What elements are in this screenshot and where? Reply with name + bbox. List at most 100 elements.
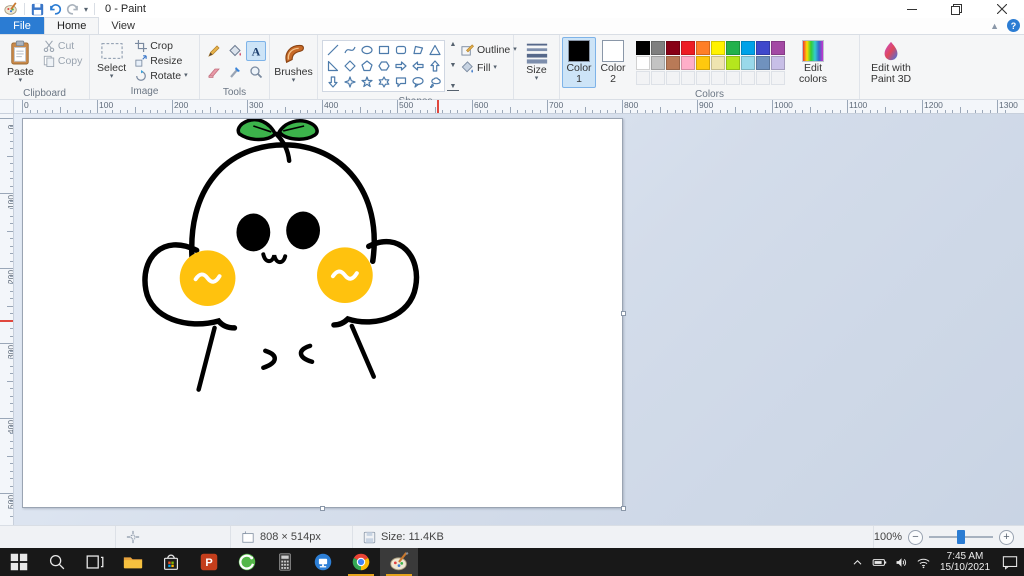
palette-swatch[interactable]: [636, 41, 650, 55]
taskbar-green-media-app-icon[interactable]: [228, 548, 266, 576]
palette-empty-slot[interactable]: [741, 71, 755, 85]
shape-ellipse-icon[interactable]: [358, 42, 375, 58]
edit-with-paint3d-button[interactable]: Edit with Paint 3D: [862, 37, 920, 88]
color2-button[interactable]: Color 2: [596, 37, 630, 88]
redo-button[interactable]: [66, 3, 80, 16]
palette-swatch[interactable]: [636, 56, 650, 70]
tray-chevron-up-icon[interactable]: [846, 548, 868, 576]
palette-swatch[interactable]: [651, 56, 665, 70]
shape-six-point-star-icon[interactable]: [375, 74, 392, 90]
palette-swatch[interactable]: [681, 56, 695, 70]
palette-empty-slot[interactable]: [696, 71, 710, 85]
taskbar-paint-icon[interactable]: [380, 548, 418, 576]
close-button[interactable]: [979, 0, 1024, 18]
shape-rectangle-icon[interactable]: [375, 42, 392, 58]
drawing-canvas[interactable]: [22, 118, 623, 508]
shape-rounded-callout-icon[interactable]: [392, 74, 409, 90]
zoom-slider-thumb[interactable]: [957, 530, 965, 544]
minimize-button[interactable]: [889, 0, 934, 18]
size-button[interactable]: Size ▾: [520, 37, 554, 85]
crop-button[interactable]: Crop: [133, 40, 189, 52]
zoom-slider[interactable]: [929, 530, 993, 544]
brushes-button[interactable]: Brushes ▾: [269, 37, 318, 87]
edit-colors-button[interactable]: Edit colors: [789, 37, 837, 88]
eraser-tool[interactable]: [204, 62, 224, 82]
shape-hexagon-icon[interactable]: [375, 58, 392, 74]
undo-button[interactable]: [48, 3, 62, 16]
taskbar-calculator-icon[interactable]: [266, 548, 304, 576]
palette-swatch[interactable]: [756, 56, 770, 70]
palette-swatch[interactable]: [741, 56, 755, 70]
tray-battery-icon[interactable]: [868, 548, 890, 576]
taskbar-powerpoint-icon[interactable]: P: [190, 548, 228, 576]
tray-wifi-icon[interactable]: [912, 548, 934, 576]
text-tool[interactable]: A: [245, 41, 266, 61]
zoom-in-button[interactable]: +: [999, 529, 1014, 545]
palette-empty-slot[interactable]: [756, 71, 770, 85]
shape-curve-icon[interactable]: [341, 42, 358, 58]
palette-empty-slot[interactable]: [651, 71, 665, 85]
taskbar-task-view-icon[interactable]: [76, 548, 114, 576]
taskbar-blue-screen-app-icon[interactable]: [304, 548, 342, 576]
qat-customize-button[interactable]: ▾: [84, 5, 88, 14]
shape-line-icon[interactable]: [324, 42, 341, 58]
magnifier-tool[interactable]: [246, 62, 266, 82]
taskbar-chrome-icon[interactable]: [342, 548, 380, 576]
shape-diamond-icon[interactable]: [341, 58, 358, 74]
taskbar-file-explorer-icon[interactable]: [114, 548, 152, 576]
tab-view[interactable]: View: [99, 17, 147, 34]
palette-swatch[interactable]: [726, 56, 740, 70]
palette-swatch[interactable]: [711, 41, 725, 55]
palette-swatch[interactable]: [726, 41, 740, 55]
shape-triangle-icon[interactable]: [426, 42, 443, 58]
color-picker-tool[interactable]: [225, 62, 245, 82]
shape-cloud-callout-icon[interactable]: [426, 74, 443, 90]
fill-bucket-tool[interactable]: [225, 41, 245, 61]
shape-polygon-icon[interactable]: [409, 42, 426, 58]
palette-swatch[interactable]: [666, 41, 680, 55]
shape-rounded-rectangle-icon[interactable]: [392, 42, 409, 58]
palette-empty-slot[interactable]: [726, 71, 740, 85]
canvas-resize-handle-bottom[interactable]: [320, 506, 325, 511]
help-icon[interactable]: ?: [1007, 19, 1020, 32]
action-center-icon[interactable]: [996, 548, 1024, 576]
taskbar-clock[interactable]: 7:45 AM 15/10/2021: [934, 551, 996, 573]
palette-swatch[interactable]: [771, 56, 785, 70]
shape-oval-callout-icon[interactable]: [409, 74, 426, 90]
fill-button[interactable]: Fill ▾: [461, 61, 517, 74]
collapse-ribbon-icon[interactable]: ▲: [990, 21, 999, 31]
palette-swatch[interactable]: [666, 56, 680, 70]
palette-empty-slot[interactable]: [681, 71, 695, 85]
canvas-resize-handle-right[interactable]: [621, 311, 626, 316]
save-button[interactable]: [31, 3, 44, 16]
color1-button[interactable]: Color 1: [562, 37, 596, 88]
palette-swatch[interactable]: [771, 41, 785, 55]
shapes-scroll-down-icon[interactable]: ▼: [447, 62, 459, 69]
palette-swatch[interactable]: [741, 41, 755, 55]
palette-swatch[interactable]: [651, 41, 665, 55]
copy-button[interactable]: Copy: [41, 55, 85, 67]
palette-empty-slot[interactable]: [666, 71, 680, 85]
palette-swatch[interactable]: [756, 41, 770, 55]
shape-right-arrow-icon[interactable]: [392, 58, 409, 74]
resize-button[interactable]: Resize: [133, 55, 189, 67]
palette-empty-slot[interactable]: [771, 71, 785, 85]
paste-button[interactable]: Paste ▾: [2, 37, 39, 87]
shape-pentagon-icon[interactable]: [358, 58, 375, 74]
taskbar-search-icon[interactable]: [38, 548, 76, 576]
taskbar-microsoft-store-icon[interactable]: [152, 548, 190, 576]
taskbar-start-icon[interactable]: [0, 548, 38, 576]
palette-empty-slot[interactable]: [636, 71, 650, 85]
zoom-out-button[interactable]: −: [908, 529, 923, 545]
canvas-resize-handle-corner[interactable]: [621, 506, 626, 511]
cut-button[interactable]: Cut: [41, 40, 85, 52]
shape-four-point-star-icon[interactable]: [341, 74, 358, 90]
palette-swatch[interactable]: [696, 56, 710, 70]
shape-five-point-star-icon[interactable]: [358, 74, 375, 90]
shape-left-arrow-icon[interactable]: [409, 58, 426, 74]
outline-button[interactable]: Outline ▾: [461, 43, 517, 56]
shapes-scroll-up-icon[interactable]: ▲: [447, 41, 459, 48]
tab-home[interactable]: Home: [44, 17, 100, 34]
palette-swatch[interactable]: [696, 41, 710, 55]
tray-volume-icon[interactable]: [890, 548, 912, 576]
